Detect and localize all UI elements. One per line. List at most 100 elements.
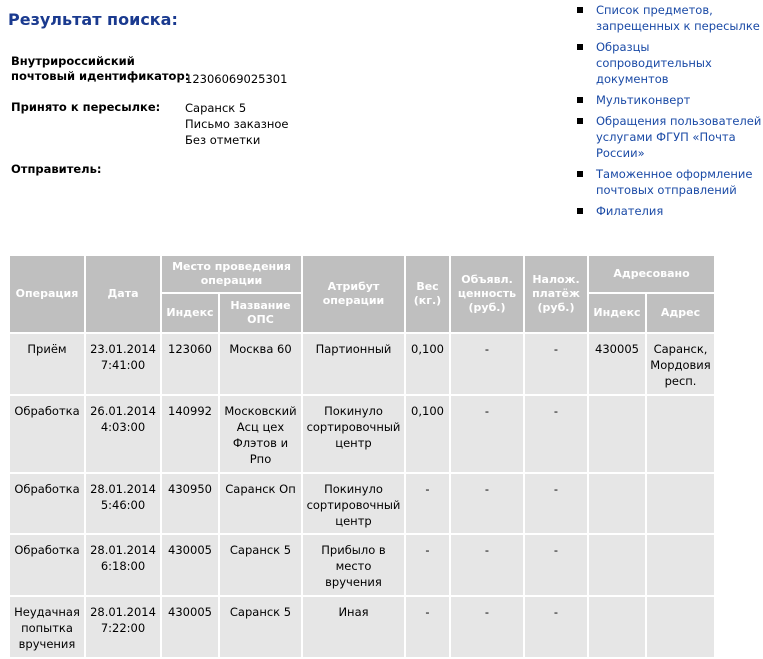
header-text-line: Налож. bbox=[532, 273, 580, 286]
sidebar-link-item: Список предметов, запрещенных к пересылк… bbox=[573, 2, 763, 34]
header-text-line: Вес bbox=[416, 280, 439, 293]
header-text-line: Объявл. bbox=[461, 273, 513, 286]
cell-cod: - bbox=[525, 334, 587, 394]
header-text-line: (руб.) bbox=[468, 301, 506, 314]
header-ops-name: Название ОПС bbox=[220, 294, 301, 332]
cell-line: сортировочный bbox=[306, 498, 401, 512]
cell-line: Обработка bbox=[14, 543, 80, 557]
accepted-value: Саранск 5 Письмо заказное Без отметки bbox=[185, 100, 289, 148]
bullet-icon bbox=[577, 118, 583, 124]
cell-index: 430950 bbox=[162, 474, 218, 533]
tracking-id-label-line: Внутрироссийский bbox=[11, 54, 135, 68]
bullet-icon bbox=[577, 7, 583, 13]
header-text-line: Атрибут bbox=[327, 280, 380, 293]
cell-attribute: Прибыло в место вручения bbox=[303, 535, 404, 595]
link-user-appeals[interactable]: Обращения пользователей услугами ФГУП «П… bbox=[596, 114, 761, 160]
tracking-id-label: Внутрироссийский почтовый идентификатор: bbox=[11, 54, 189, 84]
table-row: Неудачная попытка вручения 28.01.2014 7:22:… bbox=[10, 597, 714, 657]
cell-line: вручения bbox=[325, 575, 382, 589]
cell-line: сортировочный bbox=[306, 420, 401, 434]
header-addr-index: Индекс bbox=[589, 294, 645, 332]
accepted-line: Саранск 5 bbox=[185, 101, 247, 115]
cell-cod: - bbox=[525, 474, 587, 533]
link-prohibited-items[interactable]: Список предметов, запрещенных к пересылк… bbox=[596, 3, 760, 33]
cell-line: Покинуло bbox=[324, 404, 383, 418]
cell-addr-index bbox=[589, 396, 645, 472]
cell-line: 26.01.2014 bbox=[90, 404, 156, 418]
table-header-row: Операция Дата Место проведения операции … bbox=[10, 256, 714, 332]
cell-attribute: Иная bbox=[303, 597, 404, 657]
header-text-line: Название bbox=[230, 299, 291, 312]
cell-line: Прибыло в bbox=[321, 543, 386, 557]
cell-line: Обработка bbox=[14, 482, 80, 496]
cell-operation: Обработка bbox=[10, 535, 84, 595]
cell-line: Москва 60 bbox=[229, 342, 292, 356]
header-text-line: Место проведения bbox=[172, 260, 291, 273]
cell-line: Флэтов и bbox=[232, 436, 289, 450]
cell-addr-index bbox=[589, 535, 645, 595]
link-text-line: России» bbox=[596, 146, 645, 160]
accepted-label: Принято к пересылке: bbox=[11, 100, 161, 114]
cell-declared-value: - bbox=[451, 396, 523, 472]
accepted-line: Без отметки bbox=[185, 133, 261, 147]
cell-cod: - bbox=[525, 396, 587, 472]
cell-attribute: Покинуло сортировочный центр bbox=[303, 474, 404, 533]
cell-line: вручения bbox=[18, 637, 76, 651]
header-text-line: ценность bbox=[457, 287, 517, 300]
cell-line: 28.01.2014 bbox=[90, 543, 156, 557]
table-row: Приём 23.01.2014 7:41:00 123060 Москва 60… bbox=[10, 334, 714, 394]
cell-index: 140992 bbox=[162, 396, 218, 472]
cell-cod: - bbox=[525, 597, 587, 657]
sidebar-link-item: Мультиконверт bbox=[573, 92, 763, 108]
cell-index: 123060 bbox=[162, 334, 218, 394]
cell-line: 5:46:00 bbox=[100, 498, 146, 512]
header-text-line: ОПС bbox=[247, 313, 274, 326]
link-text-line: почтовых отправлений bbox=[596, 183, 737, 197]
tracking-id-value: 12306069025301 bbox=[185, 72, 288, 86]
header-address: Адрес bbox=[647, 294, 714, 332]
link-text-line: Мультиконверт bbox=[596, 93, 691, 107]
cell-operation: Неудачная попытка вручения bbox=[10, 597, 84, 657]
cell-line: центр bbox=[335, 436, 372, 450]
header-place: Место проведения операции bbox=[162, 256, 301, 292]
header-weight: Вес (кг.) bbox=[406, 256, 449, 332]
cell-line: 7:41:00 bbox=[100, 358, 146, 372]
cell-ops-name: Московский Асц цех Флэтов и Рпо bbox=[220, 396, 301, 472]
cell-line: 28.01.2014 bbox=[90, 482, 156, 496]
header-index: Индекс bbox=[162, 294, 218, 332]
cell-index: 430005 bbox=[162, 597, 218, 657]
cell-line: Московский bbox=[224, 404, 297, 418]
cell-date: 23.01.2014 7:41:00 bbox=[86, 334, 160, 394]
cell-ops-name: Саранск 5 bbox=[220, 597, 301, 657]
cell-line: Саранск 5 bbox=[229, 543, 292, 557]
link-document-samples[interactable]: Образцы сопроводительных документов bbox=[596, 40, 712, 86]
cell-weight: 0,100 bbox=[406, 396, 449, 472]
cell-line: 6:18:00 bbox=[100, 559, 146, 573]
cell-ops-name: Саранск 5 bbox=[220, 535, 301, 595]
cell-date: 26.01.2014 4:03:00 bbox=[86, 396, 160, 472]
cell-operation: Обработка bbox=[10, 396, 84, 472]
cell-address: Саранск, Мордовия респ. bbox=[647, 334, 714, 394]
cell-attribute: Покинуло сортировочный центр bbox=[303, 396, 404, 472]
cell-addr-index bbox=[589, 597, 645, 657]
header-text-line: операции bbox=[200, 274, 263, 287]
link-text-line: запрещенных к пересылке bbox=[596, 19, 760, 33]
cell-address bbox=[647, 396, 714, 472]
cell-operation: Обработка bbox=[10, 474, 84, 533]
sidebar-links: Список предметов, запрещенных к пересылк… bbox=[573, 2, 763, 224]
header-operation: Операция bbox=[10, 256, 84, 332]
cell-ops-name: Москва 60 bbox=[220, 334, 301, 394]
cell-address bbox=[647, 535, 714, 595]
accepted-line: Письмо заказное bbox=[185, 117, 289, 131]
bullet-icon bbox=[577, 171, 583, 177]
cell-line: Мордовия bbox=[650, 358, 711, 372]
cell-line: Асц цех bbox=[236, 420, 285, 434]
cell-addr-index: 430005 bbox=[589, 334, 645, 394]
table-row: Обработка 28.01.2014 6:18:00 430005 Саран… bbox=[10, 535, 714, 595]
cell-ops-name: Саранск Оп bbox=[220, 474, 301, 533]
link-customs[interactable]: Таможенное оформление почтовых отправлен… bbox=[596, 167, 752, 197]
link-multienvelope[interactable]: Мультиконверт bbox=[596, 93, 690, 107]
cell-line: Неудачная bbox=[14, 605, 80, 619]
link-philately[interactable]: Филателия bbox=[596, 204, 663, 218]
link-text-line: Обращения пользователей bbox=[596, 114, 762, 128]
